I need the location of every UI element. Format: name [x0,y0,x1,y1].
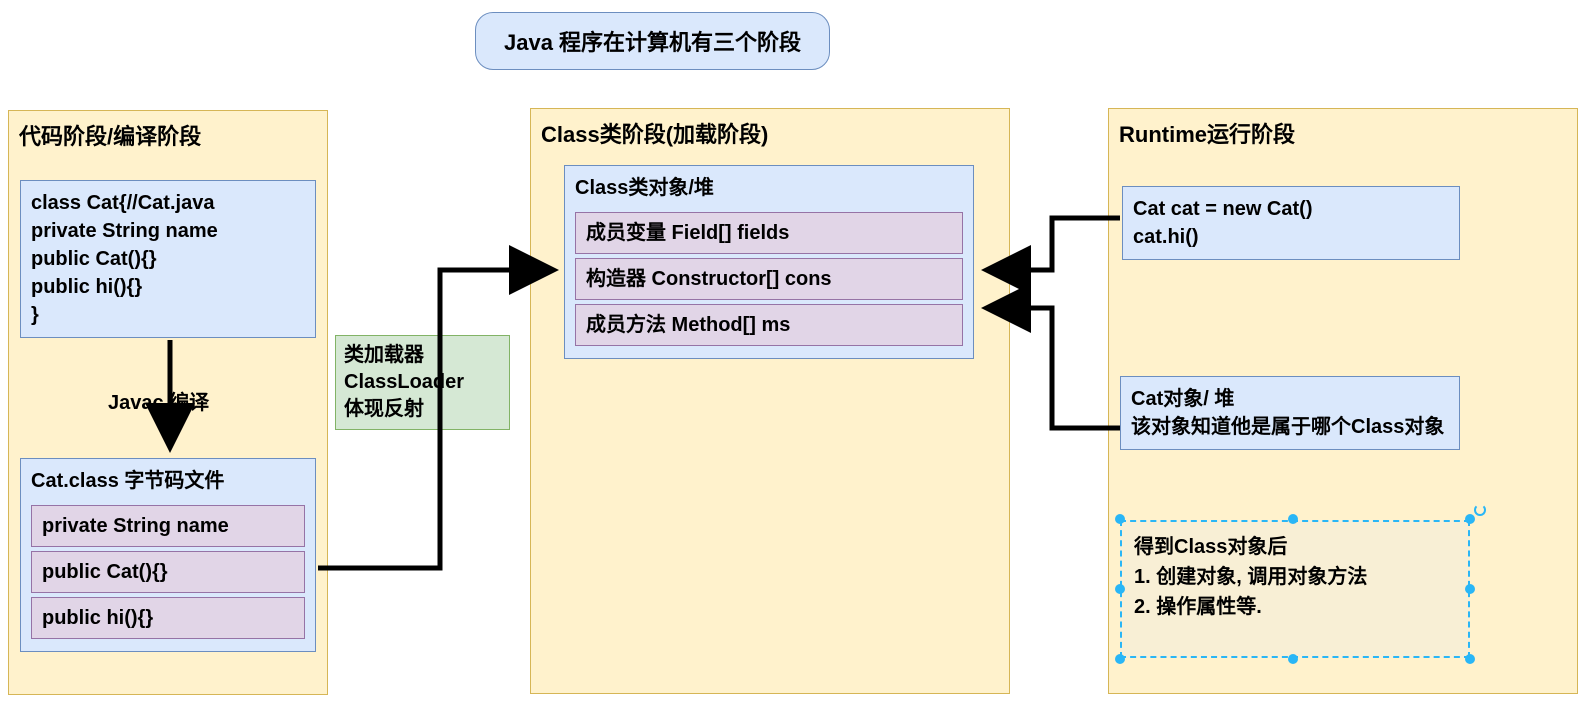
classloader-box: 类加载器 ClassLoader 体现反射 [335,335,510,430]
runtime-code-box: Cat cat = new Cat() cat.hi() [1122,186,1460,260]
selection-handle[interactable] [1288,514,1298,524]
selection-handle[interactable] [1288,654,1298,664]
compile-label: Javac 编译 [108,386,209,415]
source-code-box: class Cat{//Cat.java private String name… [20,180,316,338]
bytecode-item-method: public hi(){} [31,597,305,639]
selection-handle[interactable] [1115,654,1125,664]
selection-handle[interactable] [1465,584,1475,594]
heap-item-methods: 成员方法 Method[] ms [575,304,963,346]
selection-rotate-handle[interactable] [1474,504,1486,516]
bytecode-box: Cat.class 字节码文件 private String name publ… [20,458,316,652]
bytecode-item-field: private String name [31,505,305,547]
selection-handle[interactable] [1115,584,1125,594]
class-heap-box: Class类对象/堆 成员变量 Field[] fields 构造器 Const… [564,165,974,359]
class-heap-title: Class类对象/堆 [575,174,963,208]
stage-class-title: Class类阶段(加载阶段) [531,109,1009,153]
after-class-box[interactable]: 得到Class对象后 1. 创建对象, 调用对象方法 2. 操作属性等. [1120,520,1470,658]
selection-handle[interactable] [1115,514,1125,524]
selection-handle[interactable] [1465,654,1475,664]
diagram-title: Java 程序在计算机有三个阶段 [475,12,830,70]
selection-handle[interactable] [1465,514,1475,524]
cat-object-box: Cat对象/ 堆 该对象知道他是属于哪个Class对象 [1120,376,1460,450]
heap-item-fields: 成员变量 Field[] fields [575,212,963,254]
bytecode-item-constructor: public Cat(){} [31,551,305,593]
stage-runtime-title: Runtime运行阶段 [1109,109,1577,153]
bytecode-title: Cat.class 字节码文件 [31,467,305,501]
stage-code-title: 代码阶段/编译阶段 [9,111,327,155]
heap-item-constructors: 构造器 Constructor[] cons [575,258,963,300]
